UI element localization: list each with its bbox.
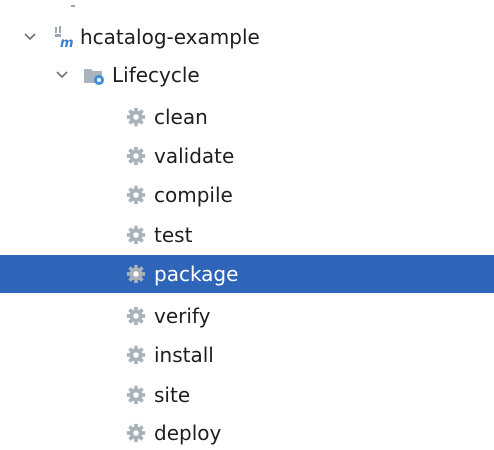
chevron-down-icon[interactable] [20,27,40,47]
gear-icon [124,421,148,445]
goal-label: site [154,383,191,407]
maven-module-icon: m [50,25,74,49]
tree-node-goal-verify[interactable]: verify [0,297,494,335]
tree-node-goal-validate[interactable]: validate [0,137,494,175]
tree-node-lifecycle[interactable]: Lifecycle [0,56,494,94]
goal-label: clean [154,105,208,129]
gear-icon [124,105,148,129]
maven-tree: m hcatalog-example Lifecycle clean valid… [0,0,494,450]
goal-label: verify [154,304,211,328]
lifecycle-folder-icon [82,63,106,87]
gear-icon [124,304,148,328]
goal-label: validate [154,144,235,168]
project-label: hcatalog-example [80,25,260,49]
tree-node-goal-site[interactable]: site [0,376,494,414]
tree-node-goal-clean[interactable]: clean [0,98,494,136]
goal-label: test [154,223,193,247]
goal-label: package [154,262,239,286]
tree-node-goal-deploy[interactable]: deploy [0,414,494,450]
goal-label: deploy [154,421,222,445]
tree-indent-dot [71,5,75,7]
gear-icon [124,223,148,247]
svg-text:m: m [60,36,74,49]
lifecycle-label: Lifecycle [112,63,200,87]
gear-icon [124,144,148,168]
tree-node-goal-test[interactable]: test [0,216,494,254]
gear-icon [124,343,148,367]
chevron-down-icon[interactable] [52,65,72,85]
goal-label: install [154,343,214,367]
tree-node-goal-install[interactable]: install [0,336,494,374]
gear-icon [124,383,148,407]
goal-label: compile [154,183,233,207]
tree-node-goal-package[interactable]: package [0,255,494,293]
gear-icon [124,183,148,207]
gear-icon [124,262,148,286]
tree-node-project[interactable]: m hcatalog-example [0,18,494,56]
tree-node-goal-compile[interactable]: compile [0,176,494,214]
